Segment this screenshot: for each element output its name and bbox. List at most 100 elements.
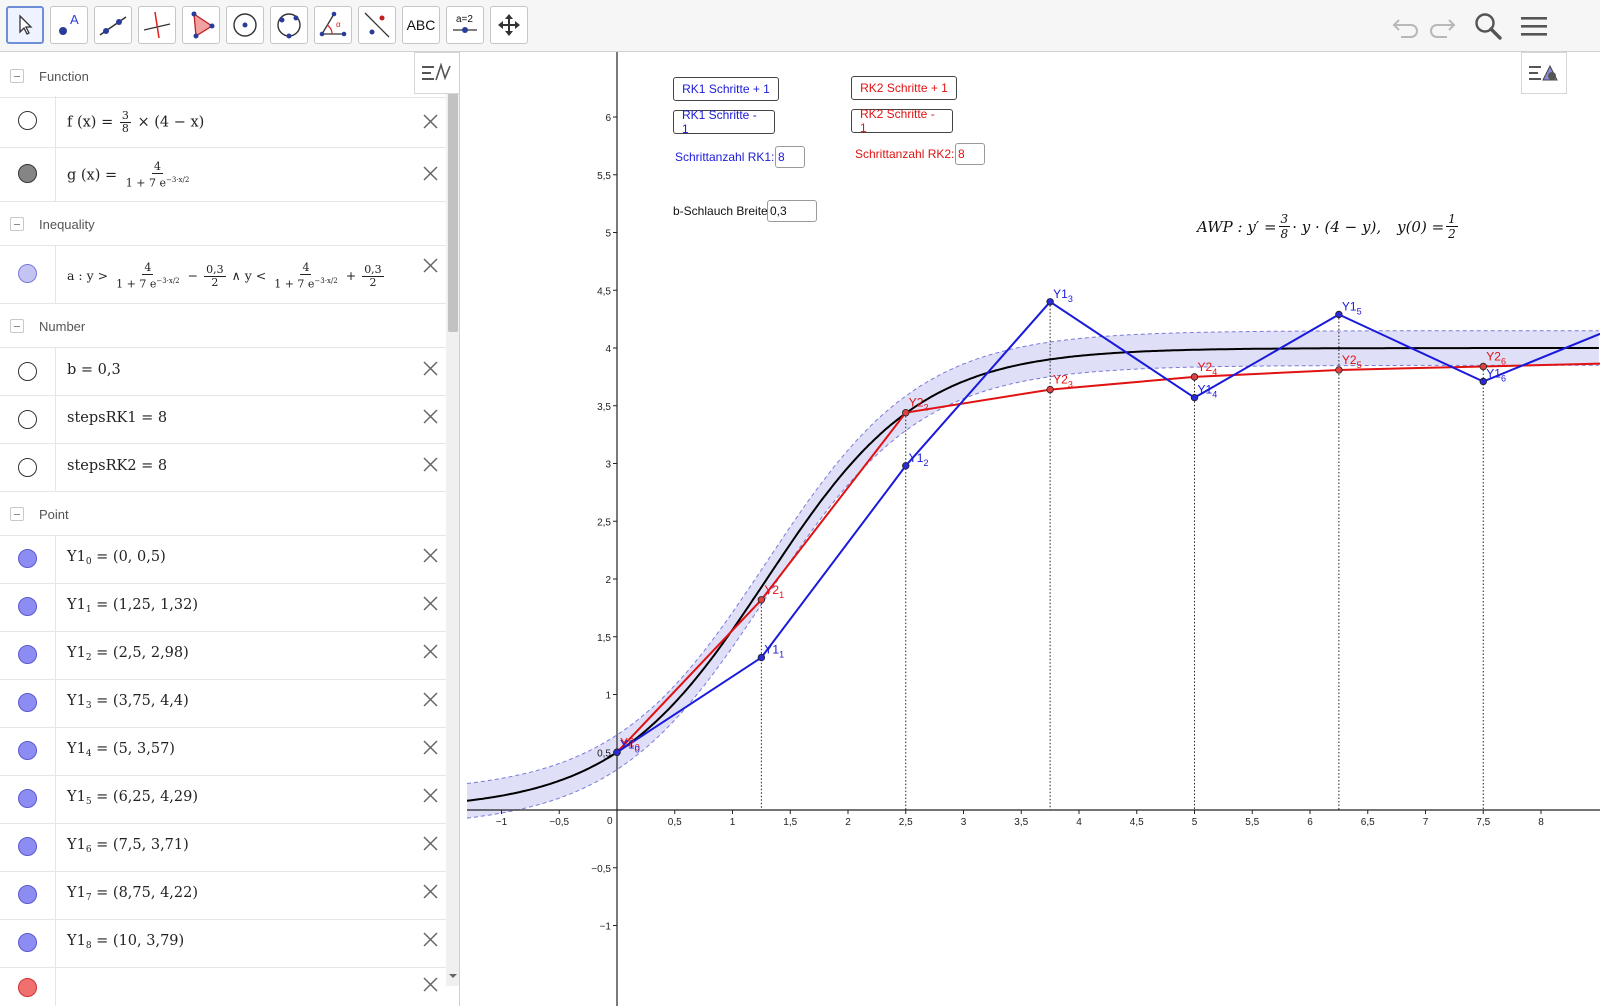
rk1-steps-input[interactable]: 8 (775, 146, 805, 168)
visibility-toggle[interactable] (18, 789, 37, 808)
redo-button[interactable] (1424, 8, 1460, 44)
point-expression[interactable]: Y12 = (2,5, 2,98) (67, 645, 189, 663)
delete-icon[interactable] (422, 547, 439, 564)
visibility-toggle[interactable] (18, 741, 37, 760)
delete-icon[interactable] (422, 976, 439, 993)
algebra-row-point[interactable]: Y15 = (6,25, 4,29) (0, 776, 446, 824)
line-tool[interactable] (94, 6, 132, 44)
graphics-canvas[interactable]: −1 −0,5 0 0,5 1 1,5 2 2,5 3 3,5 4 4,5 5 5,5 6 6,5 7 7,5 8 0… (467, 52, 1600, 1006)
collapse-toggle[interactable] (10, 507, 24, 521)
delete-icon[interactable] (422, 883, 439, 900)
delete-icon[interactable] (422, 691, 439, 708)
expression-stepsRK1[interactable]: stepsRK1 = 8 (67, 410, 167, 426)
delete-icon[interactable] (422, 360, 439, 377)
point-tool[interactable]: A (50, 6, 88, 44)
algebra-row-point[interactable]: Y12 = (2,5, 2,98) (0, 632, 446, 680)
delete-icon[interactable] (422, 113, 439, 130)
delete-icon[interactable] (422, 595, 439, 612)
scrollbar-thumb[interactable] (448, 92, 458, 332)
visibility-toggle[interactable] (18, 645, 37, 664)
point-expression[interactable]: Y15 = (6,25, 4,29) (67, 789, 198, 807)
scroll-down-arrow-icon[interactable] (448, 972, 458, 980)
data-point[interactable] (1046, 385, 1054, 394)
reflect-tool[interactable] (358, 6, 396, 44)
rk1-steps-minus-button[interactable]: RK1 Schritte - 1 (673, 108, 775, 136)
circle-three-points-tool[interactable] (270, 6, 308, 44)
delete-icon[interactable] (422, 835, 439, 852)
data-point[interactable] (1335, 366, 1343, 374)
visibility-toggle[interactable] (18, 362, 37, 381)
expression-g[interactable]: g (x) = 41 + 7 e−3·x/2 (67, 161, 193, 190)
visibility-toggle[interactable] (18, 111, 37, 130)
move-view-tool[interactable] (490, 6, 528, 44)
algebra-row-point[interactable]: Y14 = (5, 3,57) (0, 728, 446, 776)
b-band-width-input[interactable]: 0,3 (767, 200, 817, 222)
rk2-steps-minus-button[interactable]: RK2 Schritte - 1 (851, 107, 953, 135)
visibility-toggle[interactable] (18, 549, 37, 568)
algebra-row-point[interactable]: Y16 = (7,5, 3,71) (0, 824, 446, 872)
visibility-toggle[interactable] (18, 410, 37, 429)
visibility-toggle[interactable] (18, 885, 37, 904)
data-point[interactable] (1190, 373, 1199, 381)
move-tool[interactable] (6, 6, 44, 44)
graphics-view[interactable]: −1 −0,5 0 0,5 1 1,5 2 2,5 3 3,5 4 4,5 5 5,5 6 6,5 7 7,5 8 0… (467, 52, 1600, 1006)
delete-icon[interactable] (422, 931, 439, 948)
search-button[interactable] (1470, 8, 1506, 44)
point-expression[interactable]: Y16 = (7,5, 3,71) (67, 837, 189, 855)
visibility-toggle[interactable] (18, 264, 37, 283)
algebra-row-stepsRK1[interactable]: stepsRK1 = 8 (0, 396, 446, 444)
visibility-toggle[interactable] (18, 597, 37, 616)
visibility-toggle[interactable] (18, 837, 37, 856)
visibility-toggle[interactable] (18, 933, 37, 952)
algebra-row-stepsRK2[interactable]: stepsRK2 = 8 (0, 444, 446, 492)
circle-center-tool[interactable] (226, 6, 264, 44)
delete-icon[interactable] (422, 257, 439, 274)
algebra-row-g[interactable]: g (x) = 41 + 7 e−3·x/2 (0, 148, 446, 202)
point-expression[interactable]: Y18 = (10, 3,79) (67, 933, 184, 951)
algebra-row-point[interactable]: Y18 = (10, 3,79) (0, 920, 446, 968)
undo-button[interactable] (1388, 8, 1424, 44)
expression-b[interactable]: b = 0,3 (67, 362, 121, 378)
slider-tool[interactable]: a=2 (446, 6, 484, 44)
main-menu-button[interactable] (1516, 8, 1552, 44)
point-expression[interactable]: Y13 = (3,75, 4,4) (67, 693, 189, 711)
rk2-steps-input[interactable]: 8 (955, 143, 985, 165)
point-expression[interactable]: Y10 = (0, 0,5) (67, 549, 166, 567)
collapse-toggle[interactable] (10, 69, 24, 83)
visibility-toggle[interactable] (18, 458, 37, 477)
visibility-toggle[interactable] (18, 978, 37, 997)
collapse-toggle[interactable] (10, 319, 24, 333)
point-expression[interactable]: Y17 = (8,75, 4,22) (67, 885, 198, 903)
angle-tool[interactable]: α (314, 6, 352, 44)
rk1-steps-plus-button[interactable]: RK1 Schritte + 1 (673, 77, 779, 101)
algebra-row-point[interactable]: Y10 = (0, 0,5) (0, 536, 446, 584)
visibility-toggle[interactable] (18, 693, 37, 712)
perpendicular-tool[interactable] (138, 6, 176, 44)
algebra-row-f[interactable]: f (x) = 38 × (4 − x) (0, 96, 446, 148)
delete-icon[interactable] (422, 456, 439, 473)
algebra-row-point[interactable]: Y17 = (8,75, 4,22) (0, 872, 446, 920)
algebra-row-a[interactable]: a : y > 41 + 7 e−3·x/2 − 0,3 2 ∧ y < 41 +… (0, 246, 446, 304)
visibility-toggle[interactable] (18, 164, 37, 183)
algebra-row-point[interactable]: Y11 = (1,25, 1,32) (0, 584, 446, 632)
delete-icon[interactable] (422, 787, 439, 804)
delete-icon[interactable] (422, 165, 439, 182)
delete-icon[interactable] (422, 643, 439, 660)
delete-icon[interactable] (422, 408, 439, 425)
text-tool[interactable]: ABC (402, 6, 440, 44)
data-point[interactable] (757, 596, 766, 604)
algebra-row-b[interactable]: b = 0,3 (0, 348, 446, 396)
algebra-scrollbar[interactable] (446, 52, 459, 986)
polygon-tool[interactable] (182, 6, 220, 44)
point-expression[interactable]: Y11 = (1,25, 1,32) (67, 597, 198, 615)
algebra-row-point[interactable]: Y13 = (3,75, 4,4) (0, 680, 446, 728)
expression-stepsRK2[interactable]: stepsRK2 = 8 (67, 458, 167, 474)
algebra-row-partial[interactable] (0, 968, 446, 1006)
collapse-toggle[interactable] (10, 217, 24, 231)
delete-icon[interactable] (422, 739, 439, 756)
rk2-steps-plus-button[interactable]: RK2 Schritte + 1 (851, 76, 957, 100)
expression-f[interactable]: f (x) = 38 × (4 − x) (67, 110, 204, 135)
point-expression[interactable]: Y14 = (5, 3,57) (67, 741, 175, 759)
expression-a[interactable]: a : y > 41 + 7 e−3·x/2 − 0,3 2 ∧ y < 41 +… (67, 262, 386, 291)
data-point[interactable] (902, 408, 910, 417)
